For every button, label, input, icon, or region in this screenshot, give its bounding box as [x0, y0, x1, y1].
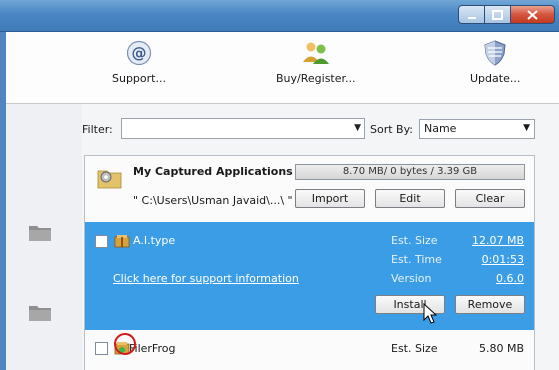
sort-by-select[interactable]: Name ▼	[419, 119, 535, 139]
captured-path: " C:\Users\Usman Javaid\...\ "	[133, 194, 293, 207]
remove-button[interactable]: Remove	[455, 295, 525, 314]
buy-register-label: Buy/Register...	[276, 72, 356, 85]
app-row[interactable]: FilerFrog Est. Size 5.80 MB	[85, 330, 534, 370]
captured-applications-panel: My Captured Applications 8.70 MB/ 0 byte…	[84, 155, 535, 370]
mouse-cursor-icon	[423, 303, 437, 324]
update-label: Update...	[470, 72, 521, 85]
dropdown-arrow-icon[interactable]: ▼	[523, 123, 530, 133]
window-controls	[458, 5, 555, 24]
est-time-label: Est. Time	[391, 253, 442, 266]
left-pane	[6, 104, 82, 370]
clear-button[interactable]: Clear	[455, 189, 525, 208]
support-info-link[interactable]: Click here for support information	[113, 272, 299, 285]
close-icon	[527, 9, 538, 20]
app-name: A.I.type	[133, 234, 176, 247]
toolbar: @ Support... Buy/Register... Update...	[6, 32, 559, 104]
import-button[interactable]: Import	[295, 189, 365, 208]
window-titlebar	[0, 0, 559, 32]
folder-gear-icon	[97, 170, 122, 189]
est-size-label: Est. Size	[391, 342, 438, 355]
close-button[interactable]	[511, 5, 555, 24]
sort-by-value: Name	[424, 122, 457, 135]
support-at-icon: @	[126, 40, 152, 66]
folder-icon[interactable]	[28, 222, 52, 242]
est-size-value[interactable]: 12.07 MB	[472, 234, 524, 247]
users-icon	[302, 42, 329, 64]
shield-icon	[484, 40, 506, 66]
version-value[interactable]: 0.6.0	[496, 272, 524, 285]
buy-register-tool[interactable]: Buy/Register...	[276, 40, 356, 85]
est-size-value: 5.80 MB	[478, 342, 524, 355]
folder-icon[interactable]	[28, 302, 52, 322]
app-checkbox[interactable]	[95, 342, 108, 355]
app-row-selected[interactable]: A.I.type Click here for support informat…	[85, 222, 534, 330]
package-icon	[114, 235, 130, 248]
edit-button[interactable]: Edit	[375, 189, 445, 208]
storage-usage-bar: 8.70 MB/ 0 bytes / 3.39 GB	[295, 164, 525, 180]
filter-combobox[interactable]: ▼	[121, 118, 365, 139]
update-tool[interactable]: Update...	[470, 40, 520, 85]
app-checkbox[interactable]	[95, 235, 108, 248]
filter-label: Filter:	[82, 123, 113, 136]
dropdown-arrow-icon[interactable]: ▼	[354, 123, 361, 133]
captured-header: My Captured Applications 8.70 MB/ 0 byte…	[85, 156, 534, 220]
maximize-button[interactable]	[485, 5, 511, 24]
maximize-icon	[492, 9, 503, 20]
sort-by-label: Sort By:	[370, 123, 414, 136]
version-label: Version	[391, 272, 432, 285]
est-time-value[interactable]: 0:01:53	[482, 253, 524, 266]
annotation-circle	[114, 333, 136, 355]
support-label: Support...	[112, 72, 166, 85]
captured-title: My Captured Applications	[133, 165, 293, 178]
minimize-icon	[467, 16, 476, 19]
support-tool[interactable]: @ Support...	[112, 40, 166, 85]
est-size-label: Est. Size	[391, 234, 438, 247]
minimize-button[interactable]	[458, 5, 485, 24]
svg-text:@: @	[131, 44, 146, 62]
main-pane: Filter: ▼ Sort By: Name ▼ My Captured Ap…	[82, 104, 559, 370]
